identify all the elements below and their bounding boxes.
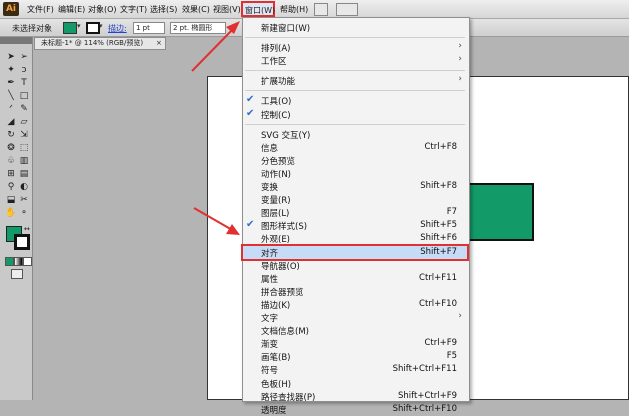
menu-item[interactable]: 透明度 Shift+Ctrl+F10	[243, 403, 467, 416]
annotation-arrow-1	[191, 25, 237, 72]
arrow-head-icon	[226, 224, 240, 235]
arrow-head-icon	[226, 21, 240, 34]
menu-item-shortcut: Shift+Ctrl+F10	[392, 403, 457, 414]
annotation-arrows	[191, 21, 240, 235]
menu-item-label: 透明度	[261, 405, 287, 416]
annotation-arrow-2	[193, 207, 235, 232]
